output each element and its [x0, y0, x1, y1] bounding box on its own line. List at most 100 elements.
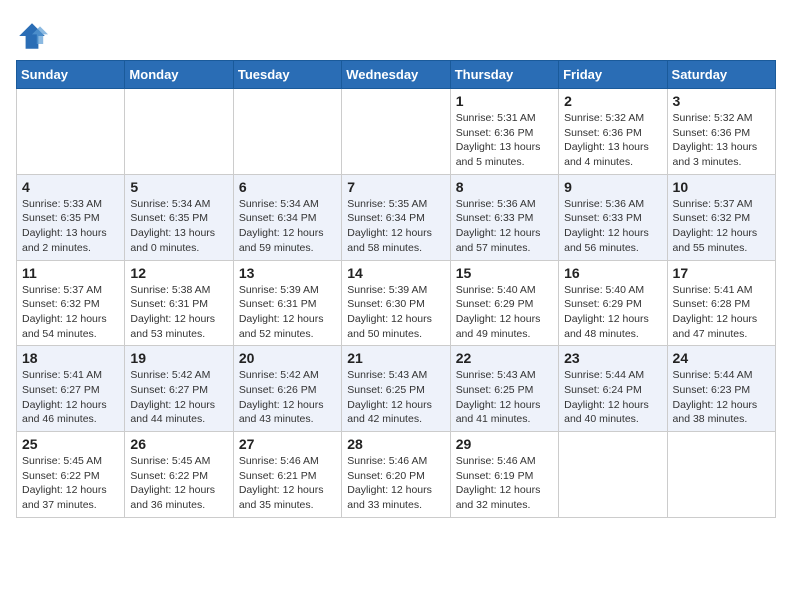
calendar-week-row: 18Sunrise: 5:41 AM Sunset: 6:27 PM Dayli… — [17, 346, 776, 432]
calendar-week-row: 11 Sunrise: 5:37 AM Sunset: 6:32 PM Dayli… — [17, 260, 776, 346]
logo-icon — [16, 20, 48, 52]
calendar-cell: 23 Sunrise: 5:44 AM Sunset: 6:24 PM Dayli… — [559, 346, 667, 432]
calendar-cell: 18Sunrise: 5:41 AM Sunset: 6:27 PM Dayli… — [17, 346, 125, 432]
logo — [16, 20, 52, 52]
calendar-cell: 16Sunrise: 5:40 AM Sunset: 6:29 PM Dayli… — [559, 260, 667, 346]
day-number: 22 — [456, 350, 553, 366]
day-number: 27 — [239, 436, 336, 452]
calendar-cell: 15 Sunrise: 5:40 AM Sunset: 6:29 PM Dayli… — [450, 260, 558, 346]
day-info: Sunrise: 5:40 AM Sunset: 6:29 PM Dayligh… — [564, 283, 661, 342]
calendar-cell: 4 Sunrise: 5:33 AM Sunset: 6:35 PM Daylig… — [17, 174, 125, 260]
day-number: 5 — [130, 179, 227, 195]
day-info: Sunrise: 5:46 AM Sunset: 6:20 PM Dayligh… — [347, 454, 444, 513]
day-of-week-header: Tuesday — [233, 61, 341, 89]
day-number: 9 — [564, 179, 661, 195]
calendar-cell: 13 Sunrise: 5:39 AM Sunset: 6:31 PM Dayli… — [233, 260, 341, 346]
day-info: Sunrise: 5:34 AM Sunset: 6:34 PM Dayligh… — [239, 197, 336, 256]
calendar-week-row: 4 Sunrise: 5:33 AM Sunset: 6:35 PM Daylig… — [17, 174, 776, 260]
day-info: Sunrise: 5:43 AM Sunset: 6:25 PM Dayligh… — [456, 368, 553, 427]
day-number: 8 — [456, 179, 553, 195]
day-number: 24 — [673, 350, 770, 366]
day-number: 7 — [347, 179, 444, 195]
calendar-cell: 5 Sunrise: 5:34 AM Sunset: 6:35 PM Daylig… — [125, 174, 233, 260]
day-info: Sunrise: 5:46 AM Sunset: 6:21 PM Dayligh… — [239, 454, 336, 513]
day-number: 18 — [22, 350, 119, 366]
calendar-cell: 3 Sunrise: 5:32 AM Sunset: 6:36 PM Daylig… — [667, 89, 775, 175]
calendar-cell: 8Sunrise: 5:36 AM Sunset: 6:33 PM Daylig… — [450, 174, 558, 260]
calendar-cell: 12 Sunrise: 5:38 AM Sunset: 6:31 PM Dayli… — [125, 260, 233, 346]
day-info: Sunrise: 5:37 AM Sunset: 6:32 PM Dayligh… — [673, 197, 770, 256]
day-info: Sunrise: 5:38 AM Sunset: 6:31 PM Dayligh… — [130, 283, 227, 342]
day-number: 12 — [130, 265, 227, 281]
calendar-cell: 1 Sunrise: 5:31 AM Sunset: 6:36 PM Daylig… — [450, 89, 558, 175]
day-info: Sunrise: 5:39 AM Sunset: 6:30 PM Dayligh… — [347, 283, 444, 342]
day-info: Sunrise: 5:43 AM Sunset: 6:25 PM Dayligh… — [347, 368, 444, 427]
calendar-cell: 25 Sunrise: 5:45 AM Sunset: 6:22 PM Dayli… — [17, 432, 125, 518]
day-number: 6 — [239, 179, 336, 195]
day-of-week-header: Thursday — [450, 61, 558, 89]
day-number: 1 — [456, 93, 553, 109]
calendar-cell: 27 Sunrise: 5:46 AM Sunset: 6:21 PM Dayli… — [233, 432, 341, 518]
day-number: 11 — [22, 265, 119, 281]
calendar-cell: 7Sunrise: 5:35 AM Sunset: 6:34 PM Daylig… — [342, 174, 450, 260]
calendar-cell — [559, 432, 667, 518]
day-info: Sunrise: 5:44 AM Sunset: 6:23 PM Dayligh… — [673, 368, 770, 427]
day-number: 19 — [130, 350, 227, 366]
calendar-week-row: 25 Sunrise: 5:45 AM Sunset: 6:22 PM Dayli… — [17, 432, 776, 518]
day-info: Sunrise: 5:46 AM Sunset: 6:19 PM Dayligh… — [456, 454, 553, 513]
calendar-cell: 20 Sunrise: 5:42 AM Sunset: 6:26 PM Dayli… — [233, 346, 341, 432]
day-info: Sunrise: 5:44 AM Sunset: 6:24 PM Dayligh… — [564, 368, 661, 427]
day-of-week-header: Sunday — [17, 61, 125, 89]
calendar-cell: 11 Sunrise: 5:37 AM Sunset: 6:32 PM Dayli… — [17, 260, 125, 346]
calendar-cell: 29 Sunrise: 5:46 AM Sunset: 6:19 PM Dayli… — [450, 432, 558, 518]
day-info: Sunrise: 5:36 AM Sunset: 6:33 PM Dayligh… — [564, 197, 661, 256]
calendar-cell: 2 Sunrise: 5:32 AM Sunset: 6:36 PM Daylig… — [559, 89, 667, 175]
day-info: Sunrise: 5:32 AM Sunset: 6:36 PM Dayligh… — [673, 111, 770, 170]
day-number: 17 — [673, 265, 770, 281]
day-info: Sunrise: 5:37 AM Sunset: 6:32 PM Dayligh… — [22, 283, 119, 342]
calendar-cell: 24 Sunrise: 5:44 AM Sunset: 6:23 PM Dayli… — [667, 346, 775, 432]
day-number: 20 — [239, 350, 336, 366]
day-number: 10 — [673, 179, 770, 195]
header — [16, 16, 776, 52]
day-number: 29 — [456, 436, 553, 452]
day-info: Sunrise: 5:42 AM Sunset: 6:26 PM Dayligh… — [239, 368, 336, 427]
calendar-cell: 6 Sunrise: 5:34 AM Sunset: 6:34 PM Daylig… — [233, 174, 341, 260]
day-of-week-header: Saturday — [667, 61, 775, 89]
day-info: Sunrise: 5:45 AM Sunset: 6:22 PM Dayligh… — [130, 454, 227, 513]
calendar-cell: 21 Sunrise: 5:43 AM Sunset: 6:25 PM Dayli… — [342, 346, 450, 432]
day-info: Sunrise: 5:40 AM Sunset: 6:29 PM Dayligh… — [456, 283, 553, 342]
day-number: 2 — [564, 93, 661, 109]
day-number: 3 — [673, 93, 770, 109]
day-number: 25 — [22, 436, 119, 452]
day-info: Sunrise: 5:33 AM Sunset: 6:35 PM Dayligh… — [22, 197, 119, 256]
day-info: Sunrise: 5:45 AM Sunset: 6:22 PM Dayligh… — [22, 454, 119, 513]
calendar-cell — [125, 89, 233, 175]
day-number: 28 — [347, 436, 444, 452]
day-info: Sunrise: 5:39 AM Sunset: 6:31 PM Dayligh… — [239, 283, 336, 342]
calendar-cell: 26 Sunrise: 5:45 AM Sunset: 6:22 PM Dayli… — [125, 432, 233, 518]
day-number: 13 — [239, 265, 336, 281]
calendar-cell — [17, 89, 125, 175]
calendar-cell — [667, 432, 775, 518]
day-number: 14 — [347, 265, 444, 281]
day-of-week-header: Wednesday — [342, 61, 450, 89]
day-info: Sunrise: 5:34 AM Sunset: 6:35 PM Dayligh… — [130, 197, 227, 256]
day-number: 23 — [564, 350, 661, 366]
day-of-week-header: Monday — [125, 61, 233, 89]
day-info: Sunrise: 5:41 AM Sunset: 6:28 PM Dayligh… — [673, 283, 770, 342]
calendar-cell: 9 Sunrise: 5:36 AM Sunset: 6:33 PM Daylig… — [559, 174, 667, 260]
day-info: Sunrise: 5:32 AM Sunset: 6:36 PM Dayligh… — [564, 111, 661, 170]
day-number: 21 — [347, 350, 444, 366]
calendar-cell: 17 Sunrise: 5:41 AM Sunset: 6:28 PM Dayli… — [667, 260, 775, 346]
day-info: Sunrise: 5:42 AM Sunset: 6:27 PM Dayligh… — [130, 368, 227, 427]
day-info: Sunrise: 5:31 AM Sunset: 6:36 PM Dayligh… — [456, 111, 553, 170]
day-number: 15 — [456, 265, 553, 281]
calendar-cell — [342, 89, 450, 175]
day-number: 4 — [22, 179, 119, 195]
day-number: 26 — [130, 436, 227, 452]
calendar-week-row: 1 Sunrise: 5:31 AM Sunset: 6:36 PM Daylig… — [17, 89, 776, 175]
calendar-cell: 22 Sunrise: 5:43 AM Sunset: 6:25 PM Dayli… — [450, 346, 558, 432]
calendar-cell — [233, 89, 341, 175]
calendar-cell: 14 Sunrise: 5:39 AM Sunset: 6:30 PM Dayli… — [342, 260, 450, 346]
